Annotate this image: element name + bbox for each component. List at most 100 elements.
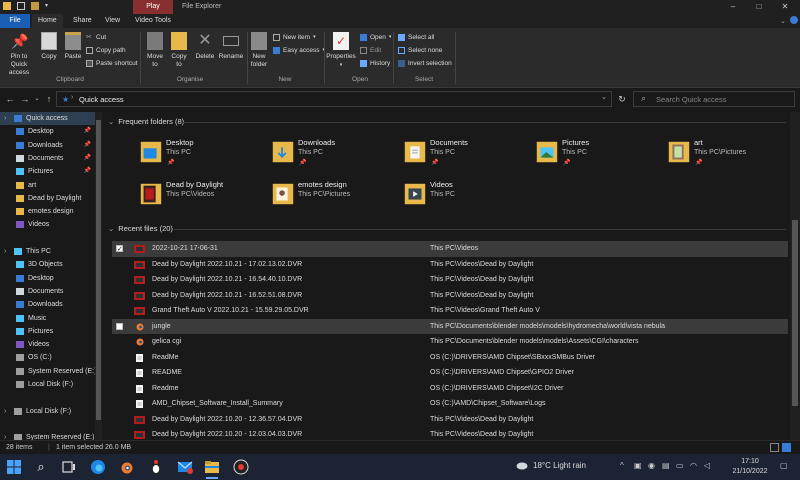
steam-icon[interactable]: ◉	[648, 461, 658, 471]
scroll-thumb[interactable]	[792, 220, 798, 406]
sidebar-item[interactable]: Dead by Daylight	[0, 192, 95, 205]
list-item[interactable]: 2022-10-21 17-06-31 This PC\Videos	[112, 241, 788, 258]
details-view-icon[interactable]	[770, 443, 779, 452]
list-item[interactable]: AMD_Chipset_Software_Install_Summary OS (…	[112, 396, 788, 412]
sidebar-item[interactable]: › This PC	[0, 245, 95, 258]
tab-view[interactable]: View	[99, 14, 126, 28]
select-none-button[interactable]: Select none	[398, 45, 442, 56]
sidebar-item[interactable]: Desktop 📌	[0, 125, 95, 138]
chevron-right-icon[interactable]: ›	[4, 431, 6, 440]
new-folder-button[interactable]: New folder	[249, 32, 269, 69]
new-item-button[interactable]: New item ▾	[273, 32, 316, 43]
sidebar-item[interactable]: Documents 📌	[0, 152, 95, 165]
paste-button[interactable]: Paste	[62, 32, 84, 61]
help-icon[interactable]	[790, 16, 798, 24]
task-view-icon[interactable]	[60, 458, 78, 476]
list-item[interactable]: ReadMe OS (C:)\DRIVERS\AMD Chipset\SBxxxS…	[112, 350, 788, 366]
sidebar-item[interactable]: OS (C:)	[0, 351, 95, 364]
maximize-button[interactable]: □	[746, 0, 772, 14]
volume-icon[interactable]: ◁	[704, 461, 714, 471]
list-item[interactable]: README OS (C:)\DRIVERS\AMD Chipset\GPIO2 …	[112, 365, 788, 381]
sidebar-item[interactable]: › Local Disk (F:)	[0, 405, 95, 418]
properties-icon[interactable]	[17, 2, 25, 10]
clock[interactable]: 17:10 21/10/2022	[728, 457, 772, 477]
sidebar-item[interactable]: art	[0, 179, 95, 192]
sidebar-item[interactable]: Music	[0, 312, 95, 325]
sidebar-item[interactable]: emotes design	[0, 205, 95, 218]
folder-tile[interactable]: emotes design This PC\Pictures	[272, 178, 402, 214]
sidebar-item[interactable]: Local Disk (F:)	[0, 378, 95, 391]
row-checkbox[interactable]	[116, 242, 123, 258]
chevron-up-icon[interactable]: ^	[620, 461, 630, 471]
frequent-folders-header[interactable]: ⌄ Frequent folders (8)	[108, 117, 184, 126]
properties-button[interactable]: ✓ Properties ▾	[326, 32, 356, 69]
mail-icon[interactable]	[176, 458, 194, 476]
list-item[interactable]: Dead by Daylight 2022.10.21 - 17.02.13.0…	[112, 257, 788, 273]
chevron-right-icon[interactable]: ›	[71, 94, 73, 101]
folder-icon[interactable]	[3, 2, 11, 10]
penguin-app-icon[interactable]	[147, 458, 165, 476]
open-button[interactable]: Open ▾	[360, 32, 391, 43]
sidebar-item[interactable]: › Quick access	[0, 112, 95, 125]
pin-to-quick-access-button[interactable]: 📌 Pin to Quick access	[2, 32, 36, 77]
forward-arrow-icon[interactable]: →	[20, 93, 30, 105]
paste-shortcut-button[interactable]: Paste shortcut	[86, 58, 138, 69]
sidebar-item[interactable]: Desktop	[0, 272, 95, 285]
content-scrollbar[interactable]	[790, 112, 800, 440]
windows-start-icon[interactable]	[5, 458, 23, 476]
copy-button[interactable]: Copy	[38, 32, 60, 61]
delete-button[interactable]: ✕ Delete	[193, 32, 217, 61]
list-item[interactable]: jungle This PC\Documents\blender models\m…	[112, 318, 788, 334]
chevron-right-icon[interactable]: ›	[4, 112, 6, 125]
list-item[interactable]: gelica cgi This PC\Documents\blender mode…	[112, 334, 788, 350]
notification-icon[interactable]: ▢	[780, 461, 790, 471]
sidebar-item[interactable]: Downloads 📌	[0, 139, 95, 152]
invert-selection-button[interactable]: Invert selection	[398, 58, 452, 69]
minimize-button[interactable]: –	[720, 0, 746, 14]
folder-tile[interactable]: Pictures This PC 📌	[536, 136, 666, 172]
folder-tile[interactable]: art This PC\Pictures 📌	[668, 136, 790, 172]
context-tab-play[interactable]: Play	[133, 0, 173, 14]
sidebar-item[interactable]: System Reserved (E:)	[0, 365, 96, 378]
tab-share[interactable]: Share	[67, 14, 98, 28]
up-arrow-icon[interactable]: ↑	[44, 93, 54, 105]
folder-tile[interactable]: Dead by Daylight This PC\Videos	[140, 178, 270, 214]
list-item[interactable]: Readme OS (C:)\DRIVERS\AMD Chipset\I2C Dr…	[112, 381, 788, 397]
recent-files-header[interactable]: ⌄ Recent files (20)	[108, 224, 173, 233]
camera-icon[interactable]: ▣	[634, 461, 644, 471]
sidebar-item[interactable]: Documents	[0, 285, 95, 298]
list-item[interactable]: Grand Theft Auto V 2022.10.21 - 15.59.29…	[112, 303, 788, 319]
blender-icon[interactable]	[117, 458, 135, 476]
new-folder-icon[interactable]	[31, 2, 39, 10]
chevron-down-icon[interactable]: ⌄	[32, 93, 42, 105]
obs-recorder-icon[interactable]	[232, 458, 250, 476]
tab-file[interactable]: File	[0, 14, 30, 28]
back-arrow-icon[interactable]: ←	[5, 93, 15, 105]
chevron-down-icon[interactable]: ⌄	[601, 93, 607, 101]
chevron-down-icon[interactable]: ▾	[45, 2, 53, 10]
sidebar-item[interactable]: Downloads	[0, 298, 95, 311]
chevron-down-icon[interactable]: ⌄	[780, 17, 786, 25]
history-button[interactable]: History	[360, 58, 390, 69]
rename-button[interactable]: Rename	[218, 32, 244, 61]
chevron-right-icon[interactable]: ›	[4, 405, 6, 418]
gpu-icon[interactable]: ▤	[662, 461, 672, 471]
search-icon[interactable]: ⌕	[32, 458, 50, 476]
row-checkbox[interactable]	[116, 322, 123, 330]
close-button[interactable]: ✕	[772, 0, 798, 14]
sidebar-item[interactable]: Videos	[0, 218, 95, 231]
network-icon[interactable]: ▭	[676, 461, 686, 471]
select-all-button[interactable]: Select all	[398, 32, 434, 43]
tab-video-tools[interactable]: Video Tools	[129, 14, 177, 28]
nav-scrollbar[interactable]	[95, 112, 102, 440]
chevron-right-icon[interactable]: ›	[4, 245, 6, 258]
copy-to-button[interactable]: Copy to	[168, 32, 190, 69]
edge-browser-icon[interactable]	[89, 458, 107, 476]
move-to-button[interactable]: Move to	[144, 32, 166, 69]
scroll-thumb[interactable]	[96, 120, 101, 420]
sidebar-item[interactable]: Videos	[0, 338, 95, 351]
copy-path-button[interactable]: Copy path	[86, 45, 126, 56]
sidebar-item[interactable]: 3D Objects	[0, 258, 95, 271]
list-item[interactable]: Dead by Daylight 2022.10.21 - 16.54.40.1…	[112, 272, 788, 288]
list-item[interactable]: Dead by Daylight 2022.10.20 - 12.36.57.0…	[112, 412, 788, 428]
